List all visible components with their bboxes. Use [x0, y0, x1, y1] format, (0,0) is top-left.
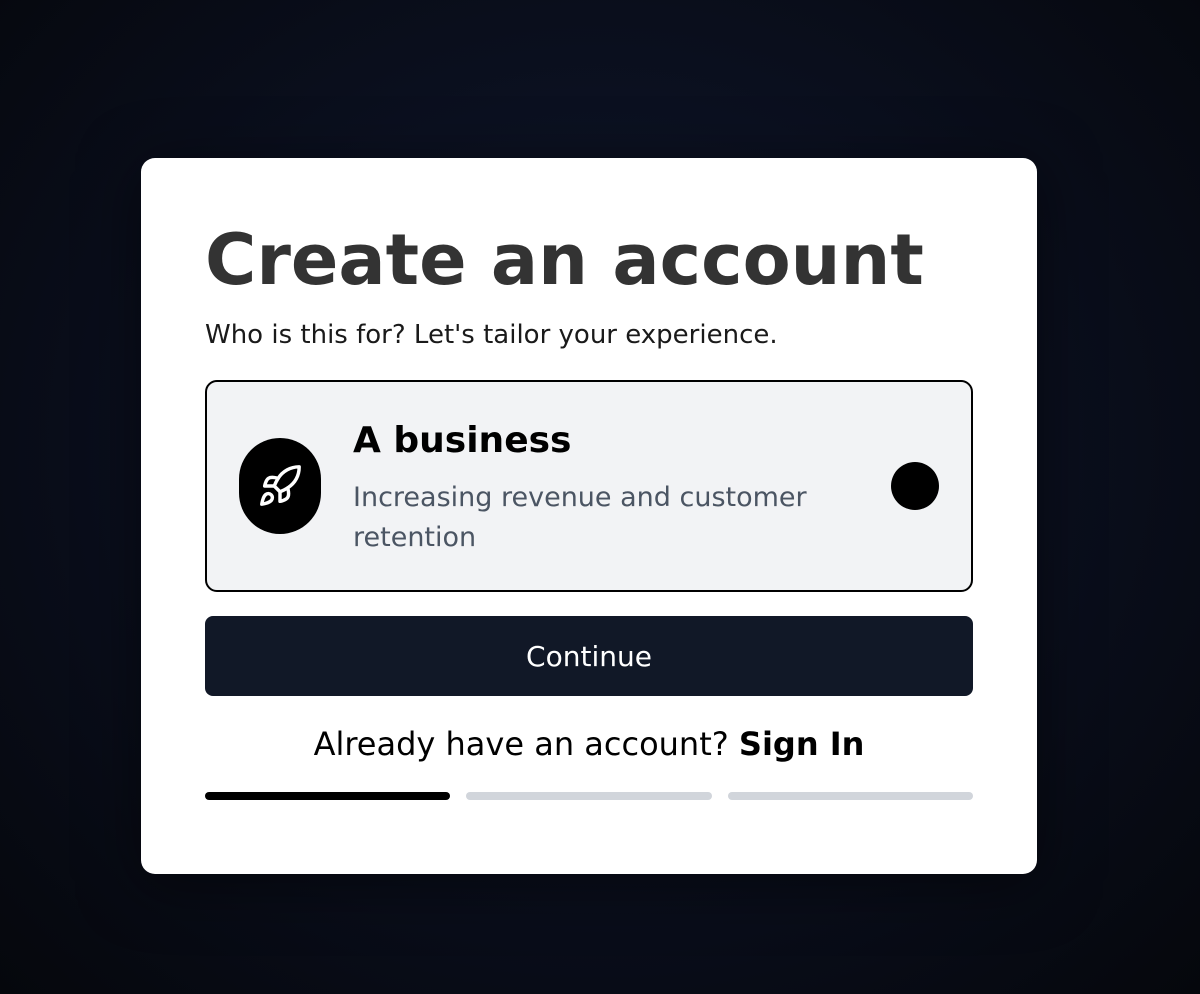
rocket-icon: [239, 438, 321, 534]
option-card-business[interactable]: A business Increasing revenue and custom…: [205, 380, 973, 592]
signin-link[interactable]: Sign In: [739, 725, 865, 763]
option-radio-selected[interactable]: [891, 462, 939, 510]
create-account-modal: Create an account Who is this for? Let's…: [141, 158, 1037, 874]
progress-step: [727, 792, 973, 800]
progress-step: [205, 792, 451, 800]
option-title: A business: [353, 420, 572, 461]
signin-row: Already have an account? Sign In: [205, 724, 973, 764]
option-description: Increasing revenue and customer retentio…: [353, 482, 807, 553]
signin-prompt: Already have an account?: [313, 725, 739, 763]
step-progress: [205, 792, 973, 800]
progress-step: [466, 792, 712, 800]
page-title: Create an account: [205, 219, 924, 301]
continue-button[interactable]: Continue: [205, 616, 973, 696]
page-subtitle: Who is this for? Let's tailor your exper…: [205, 320, 778, 350]
